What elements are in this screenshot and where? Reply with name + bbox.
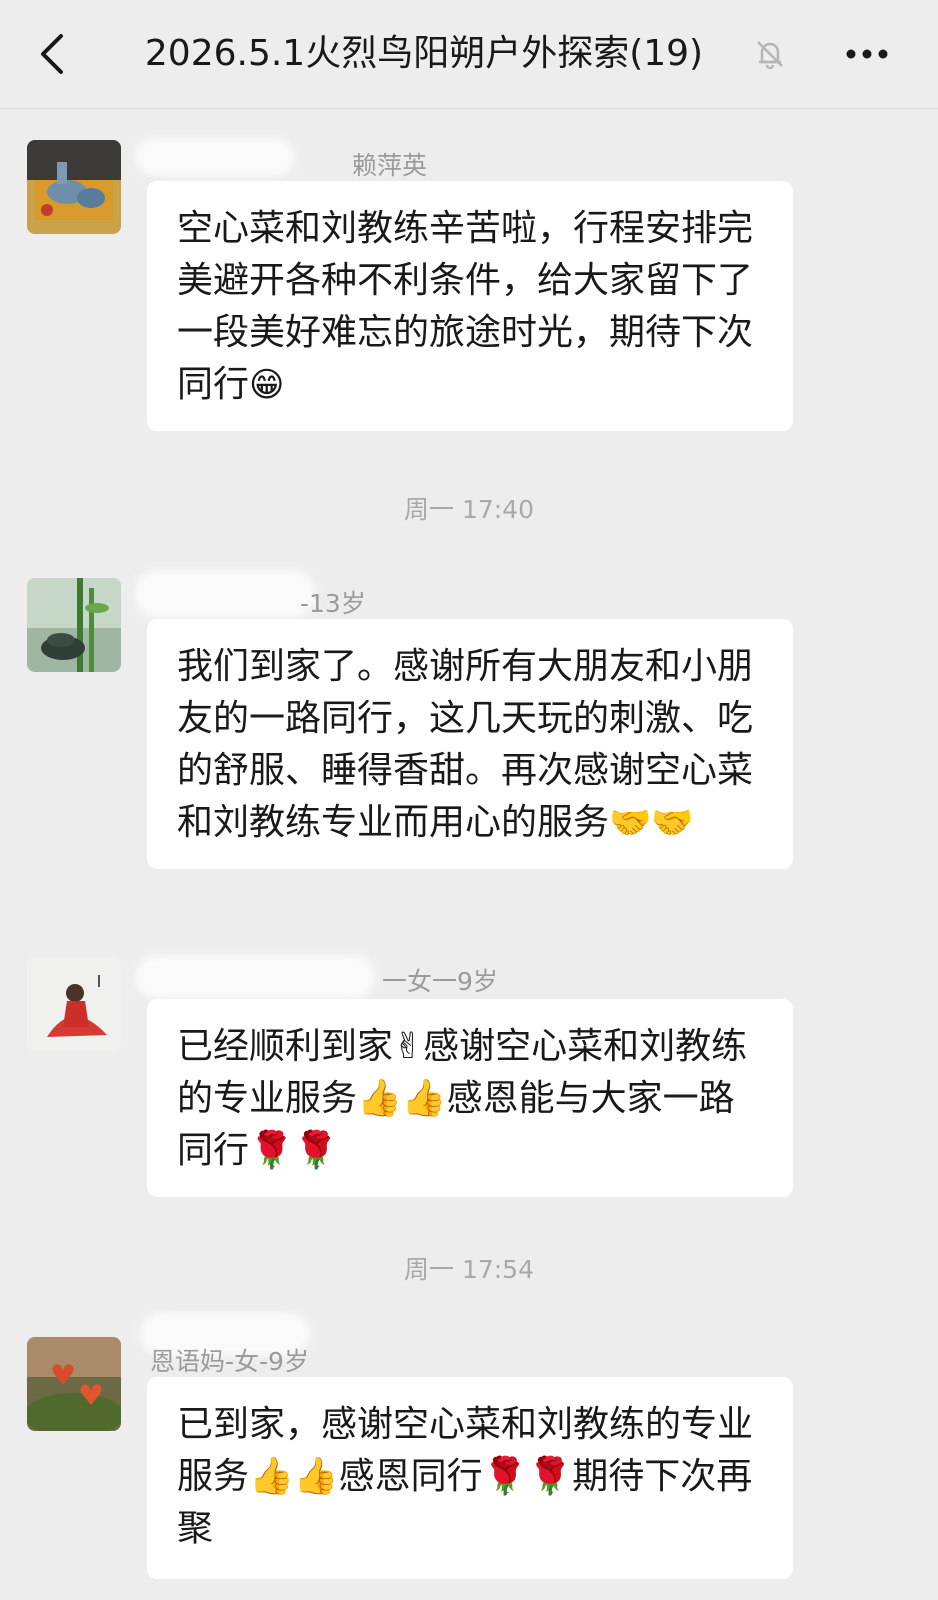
grin-emoji: 😁 — [249, 365, 285, 405]
sender-name: 一女一9岁 — [382, 967, 498, 996]
message-text: 已到家，感谢空心菜和刘教练的专业服务👍👍感恩同行🌹🌹期待下次再聚 — [177, 1404, 754, 1549]
avatar-image — [27, 578, 121, 672]
back-button[interactable] — [28, 30, 76, 78]
avatar[interactable] — [27, 1337, 121, 1431]
message-bubble[interactable]: 已经顺利到家✌感谢空心菜和刘教练的专业服务👍👍感恩能与大家一路同行🌹🌹 — [147, 999, 793, 1197]
chevron-left-icon — [41, 34, 63, 74]
sender-name: 赖萍英 — [352, 151, 428, 180]
message-bubble[interactable]: 我们到家了。感谢所有大朋友和小朋友的一路同行，这几天玩的刺激、吃的舒服、睡得香甜… — [147, 619, 793, 869]
more-dots-icon — [846, 49, 888, 59]
message-bubble[interactable]: 空心菜和刘教练辛苦啦，行程安排完美避开各种不利条件，给大家留下了一段美好难忘的旅… — [147, 181, 793, 431]
bell-off-icon — [757, 41, 783, 70]
avatar[interactable] — [27, 957, 121, 1051]
timestamp: 周一 17:40 — [404, 495, 534, 524]
avatar[interactable] — [27, 578, 121, 672]
sender-name: 恩语妈-女-9岁 — [150, 1347, 309, 1376]
message-bubble[interactable]: 已到家，感谢空心菜和刘教练的专业服务👍👍感恩同行🌹🌹期待下次再聚 — [147, 1377, 793, 1579]
chat-header: 2026.5.1火烈鸟阳朔户外探索(19) — [0, 0, 938, 109]
timestamp: 周一 17:54 — [404, 1255, 534, 1284]
avatar-image — [27, 1337, 121, 1431]
more-button[interactable] — [838, 30, 896, 78]
message-text: 已经顺利到家✌感谢空心菜和刘教练的专业服务👍👍感恩能与大家一路同行🌹🌹 — [177, 1026, 748, 1171]
avatar[interactable] — [27, 140, 121, 234]
sender-name: -13岁 — [300, 589, 366, 618]
name-redaction — [135, 138, 295, 176]
name-redaction — [135, 570, 315, 618]
avatar-image — [27, 957, 121, 1051]
chat-title: 2026.5.1火烈鸟阳朔户外探索(19) — [144, 33, 704, 74]
name-redaction — [135, 955, 375, 999]
handshake-emoji: 🤝🤝 — [609, 803, 694, 843]
avatar-image — [27, 140, 121, 234]
